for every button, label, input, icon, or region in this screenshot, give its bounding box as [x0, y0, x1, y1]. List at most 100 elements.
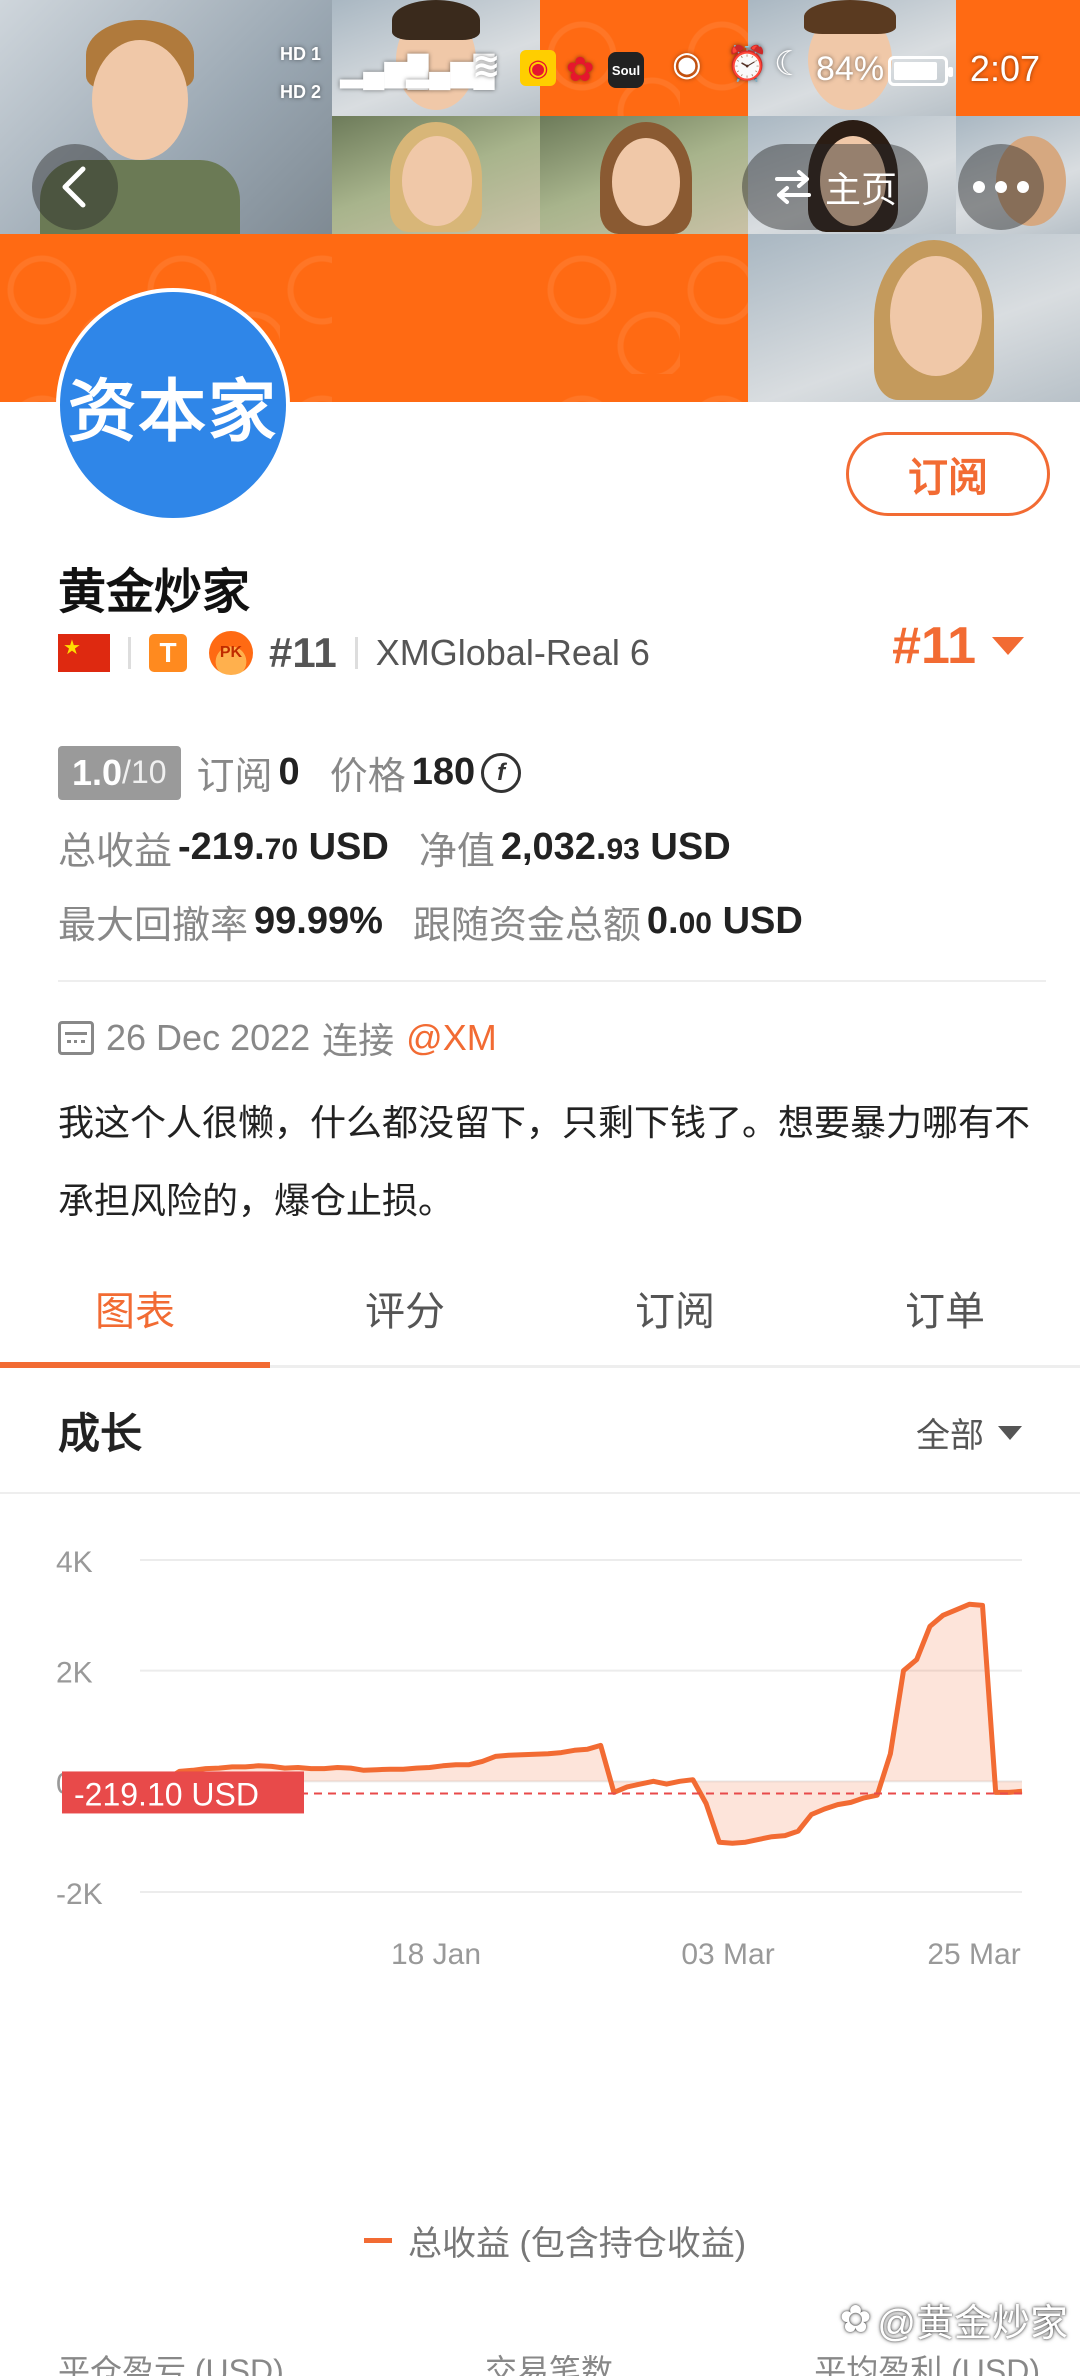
tab-chart[interactable]: 图表	[0, 1250, 270, 1368]
price-label: 价格	[329, 756, 406, 798]
equity-unit: USD	[650, 826, 731, 868]
avatar[interactable]: 资本家	[56, 288, 290, 522]
status-bar: HD 1 HD 2 ▂▄▆█ ▂▄▆█ ≋ ◉ ✿ Soul ◉ ⏰ ☾ 84%…	[0, 0, 1080, 150]
x-tick-label: 03 Mar	[681, 1938, 774, 1971]
y-tick-label: 4K	[56, 1546, 93, 1579]
badge-divider	[354, 637, 358, 669]
divider	[0, 1492, 1080, 1494]
eye-comfort-icon: ◉	[672, 45, 702, 83]
broker-link[interactable]: @XM	[406, 1017, 497, 1059]
chart-legend: 总收益 (包含持仓收益)	[364, 2216, 746, 2265]
cover-tile	[332, 234, 540, 402]
follow-total-value: 0.00 USD	[647, 900, 803, 943]
price-value: 180	[411, 751, 476, 793]
calendar-icon	[58, 1021, 94, 1055]
growth-chart[interactable]: 4K2K0-2K-219.10 USD18 Jan03 Mar25 Mar	[0, 1500, 1080, 2200]
china-flag-icon	[58, 634, 110, 672]
avg-profit-label: 平均盈利 (USD)	[814, 2353, 1040, 2376]
x-tick-label: 18 Jan	[391, 1938, 481, 1971]
caret-down-icon	[998, 1425, 1022, 1440]
clock: 2:07	[969, 48, 1040, 89]
cover-tile	[540, 234, 748, 402]
summary-labels: 平仓盈亏 (USD) 交易笔数 平均盈利 (USD)	[58, 2346, 1040, 2376]
equity-value: 2,032.93 USD	[501, 826, 731, 869]
soul-icon: Soul	[608, 52, 644, 88]
tab-subscriptions[interactable]: 订阅	[540, 1250, 810, 1365]
server-name: XMGlobal-Real 6	[375, 632, 650, 673]
total-profit-value: -219.70 USD	[178, 826, 389, 869]
stats-row-2: 总收益 -219.70 USD 净值 2,032.93 USD	[58, 820, 731, 875]
connect-label: 连接	[322, 1020, 395, 1061]
trader-badges: T PK #11 XMGlobal-Real 6	[58, 628, 650, 678]
max-drawdown-value: 99.99%	[254, 900, 383, 942]
battery-percent: 84%	[816, 50, 885, 88]
watermark-text: @黄金炒家	[877, 2303, 1068, 2345]
profile-tabs: 图表 评分 订阅 订单	[0, 1250, 1080, 1368]
trader-name: 黄金炒家	[58, 566, 251, 619]
subscribers-value: 0	[278, 751, 300, 793]
equity-int: 2,032.	[500, 826, 607, 868]
follow-total-unit: USD	[722, 900, 803, 942]
subscribers-label: 订阅	[196, 756, 273, 798]
equity-dec: 93	[606, 833, 640, 866]
back-button[interactable]	[32, 144, 118, 230]
equity-label: 净值	[418, 831, 495, 873]
growth-title: 成长	[58, 1410, 143, 1457]
pk-rank: #11	[269, 629, 337, 676]
y-tick-label: 2K	[56, 1657, 93, 1690]
sim-hd1-label: HD 1	[280, 44, 322, 64]
legend-swatch	[364, 2238, 392, 2243]
divider	[58, 980, 1046, 982]
subscribe-button[interactable]: 订阅	[846, 432, 1050, 516]
reference-label: -219.10 USD	[74, 1776, 259, 1812]
avatar-text: 资本家	[67, 372, 278, 452]
connect-date: 26 Dec 2022	[106, 1017, 311, 1058]
dnd-moon-icon: ☾	[774, 45, 805, 83]
caret-down-icon	[992, 637, 1024, 655]
follow-total-label: 跟随资金总额	[412, 905, 641, 947]
total-profit-label: 总收益	[58, 831, 173, 873]
score-value: 1.0	[72, 751, 123, 793]
home-switch-button[interactable]: 主页	[742, 144, 928, 230]
trade-count-label: 交易笔数	[484, 2353, 613, 2376]
score-badge: 1.0 /10	[58, 745, 181, 800]
alarm-icon: ⏰	[726, 45, 769, 83]
app-notification-icon: ✿	[566, 51, 595, 89]
x-tick-label: 25 Mar	[927, 1938, 1020, 1971]
home-label: 主页	[824, 169, 897, 210]
more-dots-icon	[973, 181, 1029, 193]
total-profit-unit: USD	[308, 826, 389, 868]
legend-label: 总收益 (包含持仓收益)	[408, 2225, 747, 2263]
tab-orders[interactable]: 订单	[810, 1250, 1080, 1365]
cover-photo	[748, 234, 1080, 402]
trader-bio: 我这个人很懒，什么都没留下，只剩下钱了。想要暴力哪有不承担风险的，爆仓止损。	[58, 1102, 1031, 1221]
sim-hd2-label: HD 2	[280, 82, 322, 102]
stats-row-3: 最大回撤率 99.99% 跟随资金总额 0.00 USD	[58, 894, 803, 949]
watermark-logo-icon: ✿	[839, 2299, 872, 2341]
tier-badge[interactable]: T	[149, 634, 187, 672]
follow-total-int: 0.	[646, 900, 679, 942]
range-dropdown[interactable]: 全部	[916, 1408, 1022, 1457]
total-profit-dec: 70	[264, 833, 299, 866]
closed-pnl-label: 平仓盈亏 (USD)	[58, 2353, 284, 2376]
chevron-left-icon	[62, 166, 86, 208]
pk-flame-icon[interactable]: PK	[209, 631, 253, 675]
watermark: ✿ @黄金炒家	[840, 2292, 1068, 2347]
coin-icon: f	[481, 752, 522, 793]
battery-icon	[888, 56, 953, 86]
wifi-icon: ≋	[472, 47, 501, 85]
connection-info: 26 Dec 2022 连接 @XM	[58, 1012, 497, 1064]
rank-value: #11	[892, 617, 976, 675]
y-tick-label: -2K	[56, 1878, 103, 1911]
badge-divider	[128, 637, 131, 669]
total-profit-int: -219.	[178, 826, 265, 868]
swap-arrows-icon	[774, 170, 811, 204]
stats-row-1: 1.0 /10 订阅 0 价格 180 f	[58, 745, 522, 800]
more-options-button[interactable]	[958, 144, 1044, 230]
max-drawdown-label: 最大回撤率	[58, 905, 249, 947]
score-denominator: /10	[122, 754, 167, 790]
follow-total-dec: 00	[678, 907, 712, 940]
weibo-icon: ◉	[520, 50, 556, 86]
rank-dropdown[interactable]: #11	[892, 616, 1024, 676]
tab-rating[interactable]: 评分	[270, 1250, 540, 1365]
